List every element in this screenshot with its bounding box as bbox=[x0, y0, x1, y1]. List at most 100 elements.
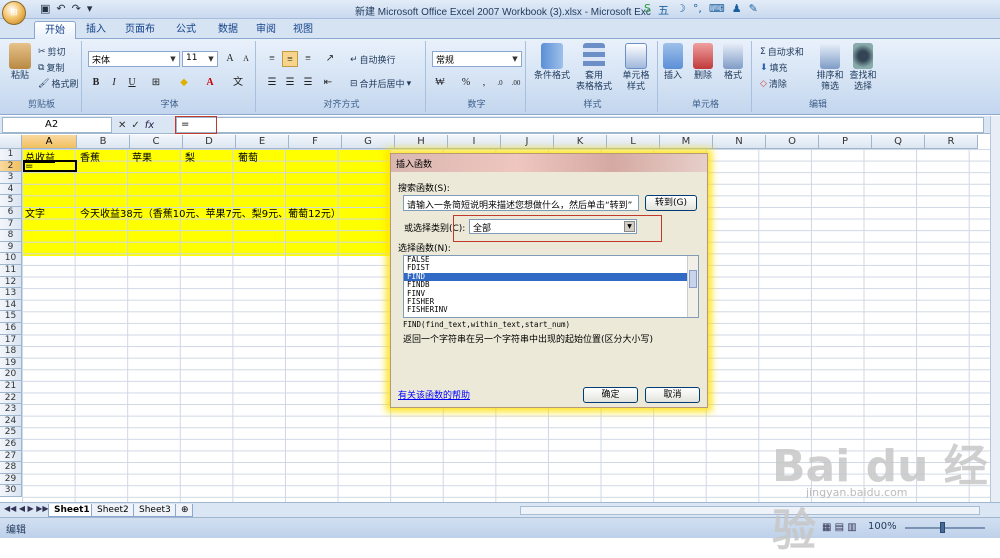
select-all-corner[interactable] bbox=[0, 135, 22, 149]
comma-icon[interactable]: , bbox=[476, 75, 492, 91]
row-header-23[interactable]: 23 bbox=[0, 404, 22, 416]
column-header-p[interactable]: P bbox=[819, 135, 872, 149]
row-header-16[interactable]: 16 bbox=[0, 323, 22, 335]
merge-center-button[interactable]: ⊟ 合并后居中 ▾ bbox=[350, 77, 411, 91]
tab-review[interactable]: 审阅 bbox=[250, 21, 282, 39]
conditional-format-button[interactable]: 条件格式 bbox=[530, 43, 574, 82]
row-header-25[interactable]: 25 bbox=[0, 427, 22, 439]
row-header-20[interactable]: 20 bbox=[0, 369, 22, 381]
fill-button[interactable]: ⬇ 填充 bbox=[760, 61, 788, 75]
bold-icon[interactable]: B bbox=[88, 75, 104, 91]
sort-filter-button[interactable]: 排序和 筛选 bbox=[814, 43, 846, 93]
decrease-decimal-icon[interactable]: .00 bbox=[508, 75, 524, 91]
font-name-combo[interactable]: 宋体 ▼ bbox=[88, 51, 180, 67]
row-header-2[interactable]: 2 bbox=[0, 160, 22, 173]
row-header-21[interactable]: 21 bbox=[0, 381, 22, 393]
column-header-c[interactable]: C bbox=[130, 135, 183, 149]
grow-font-icon[interactable]: A bbox=[222, 51, 238, 67]
column-header-m[interactable]: M bbox=[660, 135, 713, 149]
column-header-g[interactable]: G bbox=[342, 135, 395, 149]
fx-icon[interactable]: fx bbox=[145, 120, 154, 131]
phonetic-icon[interactable]: 文 bbox=[230, 75, 246, 91]
row-header-5[interactable]: 5 bbox=[0, 195, 22, 207]
row-header-27[interactable]: 27 bbox=[0, 450, 22, 463]
user-icon[interactable]: ♟ bbox=[732, 2, 742, 18]
function-list-scrollbar[interactable] bbox=[687, 256, 698, 317]
format-painter-button[interactable]: 🖌 格式刷 bbox=[38, 77, 78, 91]
row-header-6[interactable]: 6 bbox=[0, 207, 22, 219]
format-cells-button[interactable]: 格式 bbox=[718, 43, 748, 82]
align-top-icon[interactable]: ≡ bbox=[264, 51, 280, 67]
tab-data[interactable]: 数据 bbox=[212, 21, 244, 39]
insert-sheet-icon[interactable]: ⊕ bbox=[175, 504, 193, 517]
align-right-icon[interactable]: ☰ bbox=[300, 75, 316, 91]
row-header-17[interactable]: 17 bbox=[0, 334, 22, 347]
function-item-selected[interactable]: FIND bbox=[404, 272, 698, 282]
row-header-28[interactable]: 28 bbox=[0, 462, 22, 474]
sheet-nav-icon[interactable]: ◀◀ ◀ ▶ ▶▶ bbox=[4, 504, 49, 513]
function-item[interactable]: FALSE bbox=[404, 256, 698, 264]
row-header-30[interactable]: 30 bbox=[0, 485, 22, 497]
cell-A5[interactable]: 文字 bbox=[25, 205, 45, 220]
row-header-14[interactable]: 14 bbox=[0, 299, 22, 312]
tab-page-layout[interactable]: 页面布局 bbox=[116, 21, 164, 53]
ok-button[interactable]: 确定 bbox=[583, 387, 638, 403]
percent-icon[interactable]: % bbox=[458, 75, 474, 91]
cell-E1[interactable]: 葡萄 bbox=[238, 149, 258, 164]
sheet-tab-3[interactable]: Sheet3 bbox=[133, 504, 177, 517]
row-header-4[interactable]: 4 bbox=[0, 183, 22, 196]
align-bottom-icon[interactable]: ≡ bbox=[300, 51, 316, 67]
wrap-text-button[interactable]: ↵ 自动换行 bbox=[350, 53, 396, 67]
moon-icon[interactable]: ☽ bbox=[676, 2, 686, 18]
cut-button[interactable]: ✂ 剪切 bbox=[38, 45, 66, 59]
help-link[interactable]: 有关该函数的帮助 bbox=[398, 388, 470, 401]
cancel-button[interactable]: 取消 bbox=[645, 387, 700, 403]
undo-icon[interactable]: ↶ bbox=[56, 2, 65, 15]
align-middle-icon[interactable]: ≡ bbox=[282, 51, 298, 67]
column-header-q[interactable]: Q bbox=[872, 135, 925, 149]
function-item[interactable]: FINV bbox=[404, 289, 698, 298]
column-header-i[interactable]: I bbox=[448, 135, 501, 149]
cell-styles-button[interactable]: 单元格 样式 bbox=[614, 43, 658, 93]
number-format-combo[interactable]: 常规 ▼ bbox=[432, 51, 522, 67]
copy-button[interactable]: ⧉ 复制 bbox=[38, 61, 64, 75]
scroll-thumb[interactable] bbox=[689, 270, 697, 288]
align-center-icon[interactable]: ☰ bbox=[282, 75, 298, 91]
shrink-font-icon[interactable]: A bbox=[238, 51, 254, 67]
column-header-j[interactable]: J bbox=[501, 135, 554, 149]
cell-B5[interactable]: 今天收益38元（香蕉10元、苹果7元、梨9元、葡萄12元） bbox=[80, 205, 341, 220]
function-item[interactable]: FDIST bbox=[404, 263, 698, 272]
tab-view[interactable]: 视图 bbox=[287, 21, 319, 39]
function-list[interactable]: FALSE FDIST FIND FINDB FINV FISHER FISHE… bbox=[403, 255, 699, 318]
cancel-icon[interactable]: ✕ bbox=[118, 120, 126, 131]
column-header-h[interactable]: H bbox=[395, 135, 448, 149]
outdent-icon[interactable]: ⇤ bbox=[320, 75, 336, 91]
italic-icon[interactable]: I bbox=[106, 75, 122, 91]
clear-button[interactable]: ◇ 清除 bbox=[760, 77, 787, 91]
align-left-icon[interactable]: ☰ bbox=[264, 75, 280, 91]
name-box[interactable]: A2 bbox=[2, 117, 112, 133]
settings-icon[interactable]: ✎ bbox=[749, 2, 758, 18]
row-header-11[interactable]: 11 bbox=[0, 265, 22, 277]
row-header-18[interactable]: 18 bbox=[0, 346, 22, 358]
row-header-26[interactable]: 26 bbox=[0, 439, 22, 451]
border-icon[interactable]: ⊞ bbox=[148, 75, 164, 91]
office-button[interactable]: ⊞ bbox=[2, 1, 26, 25]
sheet-tab-1[interactable]: Sheet1 bbox=[48, 504, 96, 517]
column-header-b[interactable]: B bbox=[77, 135, 130, 149]
increase-decimal-icon[interactable]: .0 bbox=[492, 75, 508, 91]
row-header-7[interactable]: 7 bbox=[0, 218, 22, 231]
sogou-icon[interactable]: S bbox=[644, 2, 651, 18]
check-icon[interactable]: ✓ bbox=[131, 120, 139, 131]
row-header-12[interactable]: 12 bbox=[0, 276, 22, 289]
qat-dropdown-icon[interactable]: ▾ bbox=[87, 2, 93, 15]
save-icon[interactable]: ▣ bbox=[40, 2, 50, 15]
tab-formulas[interactable]: 公式 bbox=[170, 21, 202, 39]
column-header-e[interactable]: E bbox=[236, 135, 289, 149]
tab-insert[interactable]: 插入 bbox=[80, 21, 112, 39]
paste-button[interactable]: 粘贴 bbox=[4, 43, 36, 82]
row-header-19[interactable]: 19 bbox=[0, 357, 22, 370]
font-color-icon[interactable]: A bbox=[202, 75, 218, 91]
column-header-d[interactable]: D bbox=[183, 135, 236, 149]
insert-cells-button[interactable]: 插入 bbox=[658, 43, 688, 82]
